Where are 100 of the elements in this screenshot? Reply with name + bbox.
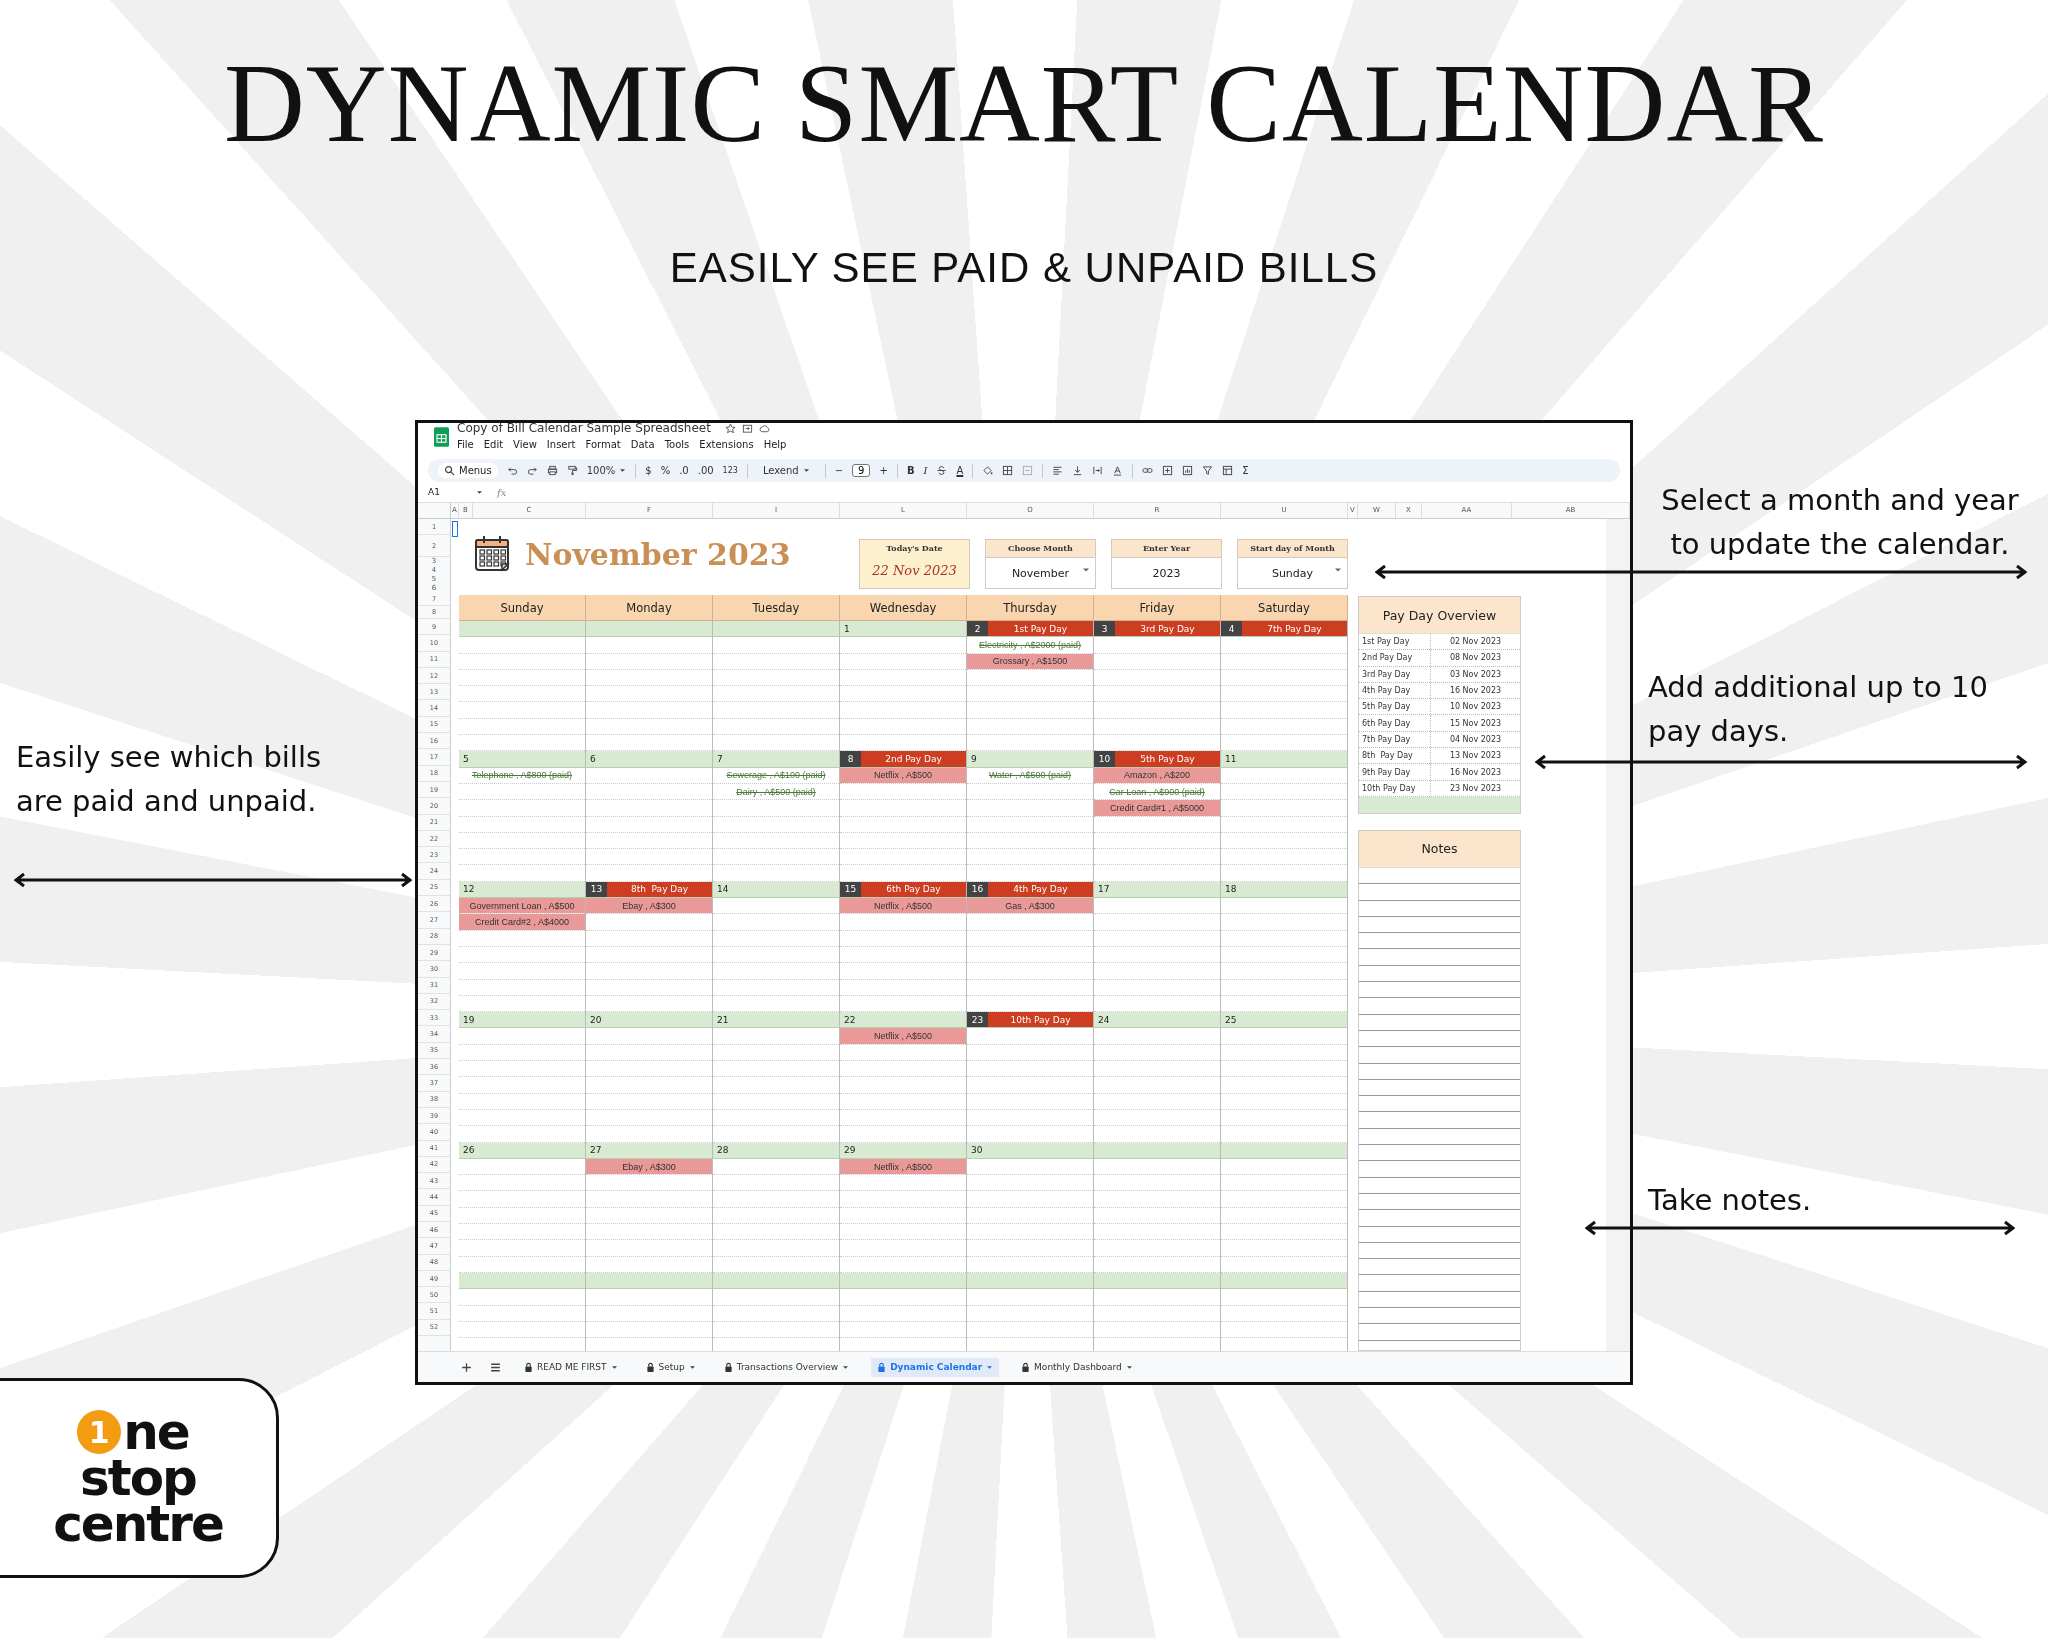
annotation-text: Take notes. xyxy=(1648,1182,1813,1219)
paint-roller-icon[interactable] xyxy=(566,465,578,476)
pay-day-banner: 1st Pay Day xyxy=(988,621,1093,637)
date-number: 27 xyxy=(589,1144,603,1158)
decrease-font-size-button[interactable]: − xyxy=(834,465,844,476)
month-title: November 2023 xyxy=(525,536,791,572)
formula-label: fx xyxy=(497,486,507,498)
lock-icon xyxy=(524,1361,533,1373)
caret-icon xyxy=(986,1364,994,1370)
vertical-align-icon[interactable] xyxy=(1072,465,1084,476)
pay-day-banner: 10th Pay Day xyxy=(988,1012,1093,1028)
annotation-text: Select a month and year to update the calendar. xyxy=(1660,482,2020,563)
percent-format-button[interactable]: % xyxy=(660,465,671,476)
document-title[interactable]: Copy of Bill Calendar Sample Spreadsheet xyxy=(457,423,711,435)
redo-icon[interactable] xyxy=(526,465,538,476)
text-wrap-icon[interactable] xyxy=(1092,465,1104,476)
date-number: 2 xyxy=(967,621,988,637)
menu-item[interactable]: View xyxy=(513,439,537,450)
cloud-icon[interactable] xyxy=(758,423,770,434)
sheet-tab[interactable]: Dynamic Calendar xyxy=(871,1357,1000,1377)
borders-icon[interactable] xyxy=(1002,465,1014,476)
paid-bill: Car Loan , A$900 (paid) xyxy=(1108,785,1206,799)
control-label: Choose Month xyxy=(985,539,1096,558)
paint-bucket-icon[interactable] xyxy=(982,465,994,476)
menus-search[interactable]: Menus xyxy=(438,463,498,478)
pay-day-label: 2nd Pay Day xyxy=(1359,650,1431,666)
number-format-button[interactable]: 123 xyxy=(722,466,738,475)
date-number: 21 xyxy=(716,1013,730,1027)
table-icon[interactable] xyxy=(1222,465,1234,476)
unpaid-bill: Netflix , A$500 xyxy=(840,1028,966,1044)
menu-item[interactable]: Edit xyxy=(483,439,504,450)
date-number: 24 xyxy=(1097,1013,1111,1027)
caret-icon xyxy=(1125,1364,1133,1370)
chart-icon[interactable] xyxy=(1182,465,1194,476)
date-number: 9 xyxy=(970,753,978,767)
menu-item[interactable]: File xyxy=(457,439,474,450)
pay-day-label: 10th Pay Day xyxy=(1359,780,1431,796)
pay-day-date: 04 Nov 2023 xyxy=(1448,733,1503,746)
caret-icon xyxy=(610,1364,618,1370)
star-icon[interactable] xyxy=(724,423,736,434)
sheet-tab[interactable]: Transactions Overview xyxy=(717,1357,856,1377)
date-number: 29 xyxy=(843,1144,857,1158)
pay-day-date: 03 Nov 2023 xyxy=(1448,668,1503,681)
date-number: 15 xyxy=(840,881,861,898)
font-size-field[interactable]: 9 xyxy=(852,464,871,477)
pay-day-label: 8th Pay Day xyxy=(1359,748,1431,764)
currency-format-button[interactable]: $ xyxy=(645,465,652,476)
logo-text: ne xyxy=(123,1409,189,1455)
date-number: 23 xyxy=(967,1012,988,1028)
print-icon[interactable] xyxy=(546,465,558,476)
zoom-dropdown[interactable]: 100% xyxy=(586,465,627,476)
weekday-header: Friday xyxy=(1094,595,1221,621)
sheet-tab[interactable]: READ ME FIRST xyxy=(518,1357,624,1377)
sheet-tab[interactable]: Monthly Dashboard xyxy=(1015,1357,1139,1377)
pay-day-banner: 2nd Pay Day xyxy=(861,751,966,767)
date-number: 10 xyxy=(1094,751,1115,767)
dropdown-field[interactable]: Sunday xyxy=(1237,558,1348,589)
spreadsheet-logo-icon[interactable] xyxy=(434,427,449,447)
font-dropdown[interactable]: Lexend xyxy=(762,465,810,476)
lock-icon xyxy=(1021,1361,1031,1373)
weekday-header: Sunday xyxy=(459,595,586,621)
date-number: 30 xyxy=(970,1144,984,1158)
text-color-button[interactable]: A xyxy=(956,465,964,476)
pay-day-banner: 5th Pay Day xyxy=(1115,751,1220,767)
menu-item[interactable]: Help xyxy=(763,439,787,450)
sheet-tab[interactable]: Setup xyxy=(639,1357,702,1377)
dropdown-field[interactable]: November xyxy=(985,558,1096,589)
menu-item[interactable]: Insert xyxy=(546,439,576,450)
caret-icon[interactable] xyxy=(476,489,483,495)
decrease-decimals-button[interactable]: .0 xyxy=(679,465,689,476)
calendar-icon xyxy=(473,534,513,574)
strikethrough-icon[interactable] xyxy=(936,465,948,476)
date-number: 7 xyxy=(716,753,724,767)
increase-font-size-button[interactable]: + xyxy=(879,465,888,476)
undo-icon[interactable] xyxy=(506,465,518,476)
add-sheet-icon[interactable] xyxy=(460,1360,473,1374)
date-number: 6 xyxy=(589,753,597,767)
align-icon[interactable] xyxy=(1052,465,1064,476)
pay-day-banner: 7th Pay Day xyxy=(1242,621,1347,637)
italic-button[interactable]: I xyxy=(923,465,928,476)
menu-item[interactable]: Extensions xyxy=(699,439,754,450)
menu-item[interactable]: Data xyxy=(630,439,655,450)
weekday-header: Tuesday xyxy=(713,595,840,621)
pay-day-label: 4th Pay Day xyxy=(1359,682,1431,699)
filter-icon[interactable] xyxy=(1202,465,1214,476)
menu-item[interactable]: Format xyxy=(585,439,621,450)
menu-item[interactable]: Tools xyxy=(664,439,690,450)
bold-button[interactable]: B xyxy=(906,465,915,476)
increase-decimals-button[interactable]: .00 xyxy=(697,465,714,476)
link-icon[interactable] xyxy=(1142,465,1154,476)
selected-cell[interactable] xyxy=(452,521,458,537)
cell-reference[interactable]: A1 xyxy=(428,487,468,497)
comment-icon[interactable] xyxy=(1162,465,1174,476)
lock-icon xyxy=(877,1361,887,1373)
unpaid-bill: Netflix , A$500 xyxy=(840,898,966,914)
text-rotation-icon[interactable] xyxy=(1112,465,1124,476)
date-number: 1 xyxy=(843,622,851,636)
functions-button[interactable]: Σ xyxy=(1242,465,1249,476)
merge-cells-icon[interactable] xyxy=(1022,465,1034,476)
input-field[interactable]: 2023 xyxy=(1111,558,1222,589)
